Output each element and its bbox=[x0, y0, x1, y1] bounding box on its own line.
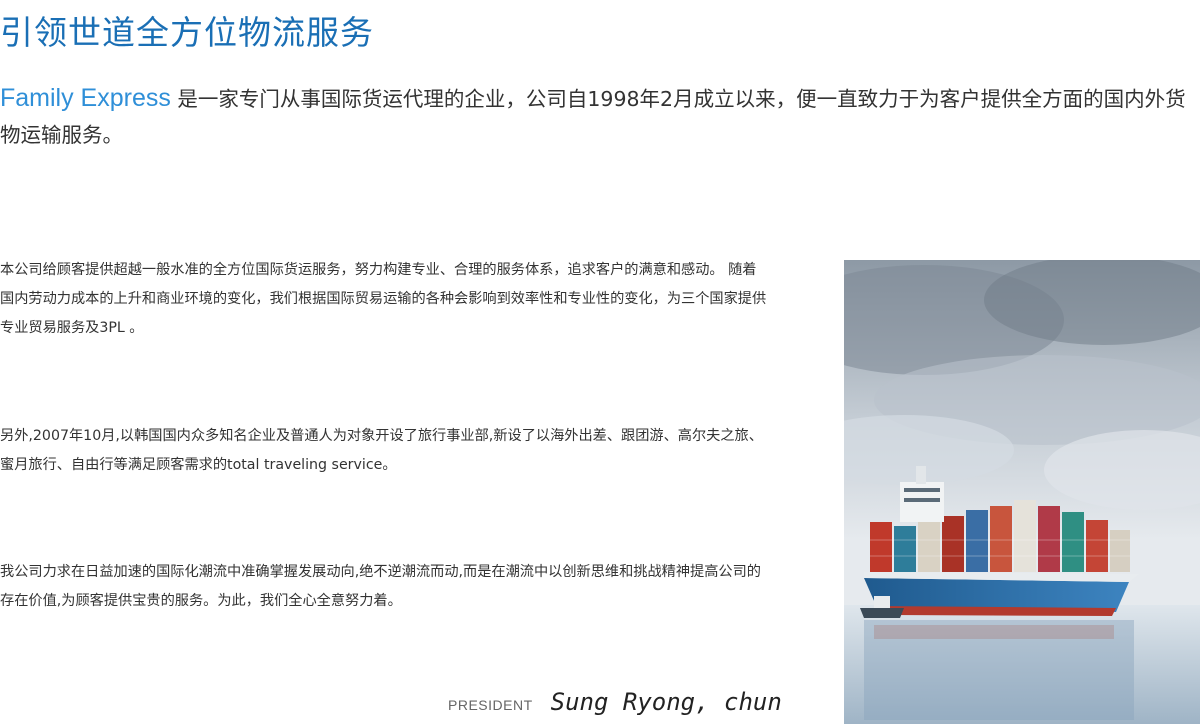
body-paragraph-2: 另外,2007年10月,以韩国国内众多知名企业及普通人为对象开设了旅行事业部,新… bbox=[0, 428, 763, 473]
body-paragraph-3: 我公司力求在日益加速的国际化潮流中准确掌握发展动向,绝不逆潮流而动,而是在潮流中… bbox=[0, 564, 761, 609]
page-title: 引领世道全方位物流服务 bbox=[0, 13, 374, 52]
signature-block: PRESIDENT Sung Ryong, chun bbox=[448, 688, 782, 716]
container-ship-illustration bbox=[844, 260, 1200, 724]
signature-label: PRESIDENT bbox=[448, 697, 533, 713]
intro-paragraph: Family Express 是一家专门从事国际货运代理的企业，公司自1998年… bbox=[0, 80, 1200, 153]
container-ship-image bbox=[844, 260, 1200, 724]
signature-name: Sung Ryong, chun bbox=[550, 688, 782, 716]
body-paragraph-1: 本公司给顾客提供超越一般水准的全方位国际货运服务，努力构建专业、合理的服务体系，… bbox=[0, 262, 767, 336]
intro-text: 是一家专门从事国际货运代理的企业，公司自1998年2月成立以来，便一直致力于为客… bbox=[0, 87, 1186, 147]
brand-name: Family Express bbox=[0, 84, 171, 112]
